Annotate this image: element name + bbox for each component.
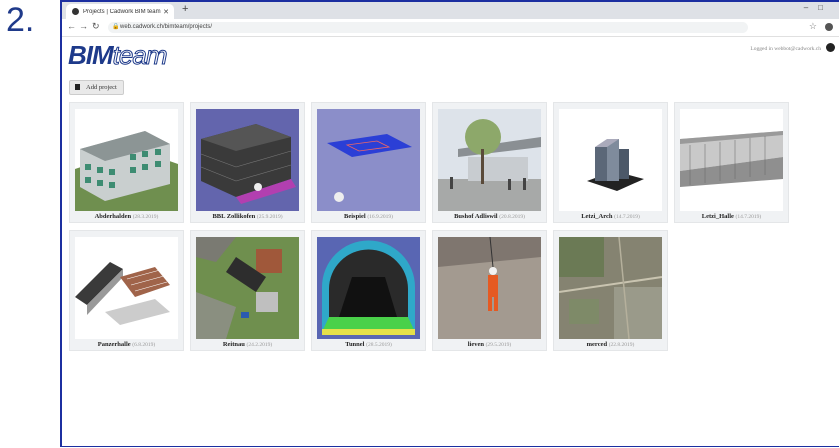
project-thumbnail <box>317 109 420 211</box>
add-project-button[interactable]: Add project <box>69 80 124 95</box>
project-caption: Abderhalden (28.3.2019) <box>70 213 183 220</box>
project-name: Reitnau <box>222 341 245 348</box>
project-name: Letzi_Arch <box>581 213 613 220</box>
project-date: (28.5.2019) <box>366 342 392 348</box>
reload-icon[interactable]: ↻ <box>92 21 100 32</box>
project-caption: Letzi_Halle (14.7.2019) <box>675 213 788 220</box>
project-name: merced <box>586 341 608 348</box>
logo-bold: BIM <box>68 40 114 70</box>
url-field[interactable]: 🔒 web.cadwork.ch/bimteam/projects/ <box>108 22 748 33</box>
project-thumbnail <box>75 109 178 211</box>
project-name: Bushof Adliswil <box>454 213 498 220</box>
lock-icon: 🔒 <box>112 24 120 30</box>
bookmark-star-icon[interactable]: ☆ <box>809 21 817 32</box>
project-caption: BBL Zollikofen (25.9.2019) <box>191 213 304 220</box>
close-tab-icon[interactable]: ✕ <box>163 8 169 16</box>
document-icon <box>75 84 80 90</box>
project-card[interactable]: Letzi_Arch (14.7.2019) <box>553 102 668 223</box>
project-caption: lieven (29.5.2019) <box>433 341 546 348</box>
project-caption: Reitnau (24.2.2019) <box>191 341 304 348</box>
project-caption: Panzerhalle (6.8.2019) <box>70 341 183 348</box>
project-thumbnail <box>559 237 662 339</box>
logged-in-text: Logged in webbot@cadwork.ch <box>750 46 821 52</box>
project-name: Panzerhalle <box>97 341 131 348</box>
bimteam-logo[interactable]: BIMteam <box>68 40 168 71</box>
favicon-icon <box>72 8 79 15</box>
project-caption: Bushof Adliswil (20.8.2019) <box>433 213 546 220</box>
project-card[interactable]: BBL Zollikofen (25.9.2019) <box>190 102 305 223</box>
project-name: lieven <box>467 341 484 348</box>
project-name: Beispiel <box>344 213 366 220</box>
project-date: (29.5.2019) <box>485 342 512 348</box>
profile-icon[interactable] <box>825 23 833 31</box>
project-caption: Letzi_Arch (14.7.2019) <box>554 213 667 220</box>
project-thumbnail <box>680 109 783 211</box>
window-controls-icon[interactable]: –□ <box>804 3 833 12</box>
logo-light: team <box>112 40 168 71</box>
project-date: (24.2.2019) <box>246 342 273 348</box>
project-date: (14.7.2019) <box>735 214 762 220</box>
project-name: Abderhalden <box>94 213 132 220</box>
project-thumbnail <box>196 237 299 339</box>
project-date: (22.8.2019) <box>608 342 635 348</box>
project-thumbnail <box>196 109 299 211</box>
project-date: (16.9.2019) <box>367 214 393 220</box>
project-name: Tunnel <box>345 341 365 348</box>
project-card[interactable]: merced (22.8.2019) <box>553 230 668 351</box>
add-project-label: Add project <box>86 84 117 91</box>
user-icon[interactable] <box>826 43 835 52</box>
project-card[interactable]: Abderhalden (28.3.2019) <box>69 102 184 223</box>
project-card[interactable]: Panzerhalle (6.8.2019) <box>69 230 184 351</box>
tab-bar: Projects | Cadwork BIM team ✕ + –□ <box>62 2 839 19</box>
project-date: (20.8.2019) <box>499 214 525 220</box>
project-card[interactable]: Reitnau (24.2.2019) <box>190 230 305 351</box>
project-caption: Tunnel (28.5.2019) <box>312 341 425 348</box>
address-bar: ← → ↻ 🔒 web.cadwork.ch/bimteam/projects/… <box>62 19 839 37</box>
project-caption: merced (22.8.2019) <box>554 341 667 348</box>
back-icon[interactable]: ← <box>67 21 76 31</box>
project-thumbnail <box>438 109 541 211</box>
project-thumbnail <box>317 237 420 339</box>
forward-icon[interactable]: → <box>79 21 88 31</box>
project-thumbnail <box>75 237 178 339</box>
project-date: (28.3.2019) <box>132 214 159 220</box>
project-thumbnail <box>438 237 541 339</box>
project-caption: Beispiel (16.9.2019) <box>312 213 425 220</box>
browser-window: Projects | Cadwork BIM team ✕ + –□ ← → ↻… <box>60 0 839 447</box>
project-card[interactable]: Bushof Adliswil (20.8.2019) <box>432 102 547 223</box>
project-card[interactable]: Beispiel (16.9.2019) <box>311 102 426 223</box>
project-name: Letzi_Halle <box>701 213 734 220</box>
project-card[interactable]: Letzi_Halle (14.7.2019) <box>674 102 789 223</box>
new-tab-icon[interactable]: + <box>182 3 188 15</box>
project-name: BBL Zollikofen <box>212 213 256 220</box>
project-date: (6.8.2019) <box>132 342 156 348</box>
browser-tab[interactable]: Projects | Cadwork BIM team ✕ <box>66 4 174 19</box>
project-thumbnail <box>559 109 662 211</box>
project-date: (14.7.2019) <box>614 214 640 220</box>
tab-title: Projects | Cadwork BIM team <box>83 8 161 15</box>
project-card[interactable]: Tunnel (28.5.2019) <box>311 230 426 351</box>
url-text: web.cadwork.ch/bimteam/projects/ <box>120 24 213 30</box>
project-date: (25.9.2019) <box>256 214 283 220</box>
project-card[interactable]: lieven (29.5.2019) <box>432 230 547 351</box>
step-number: 2. <box>6 1 35 39</box>
